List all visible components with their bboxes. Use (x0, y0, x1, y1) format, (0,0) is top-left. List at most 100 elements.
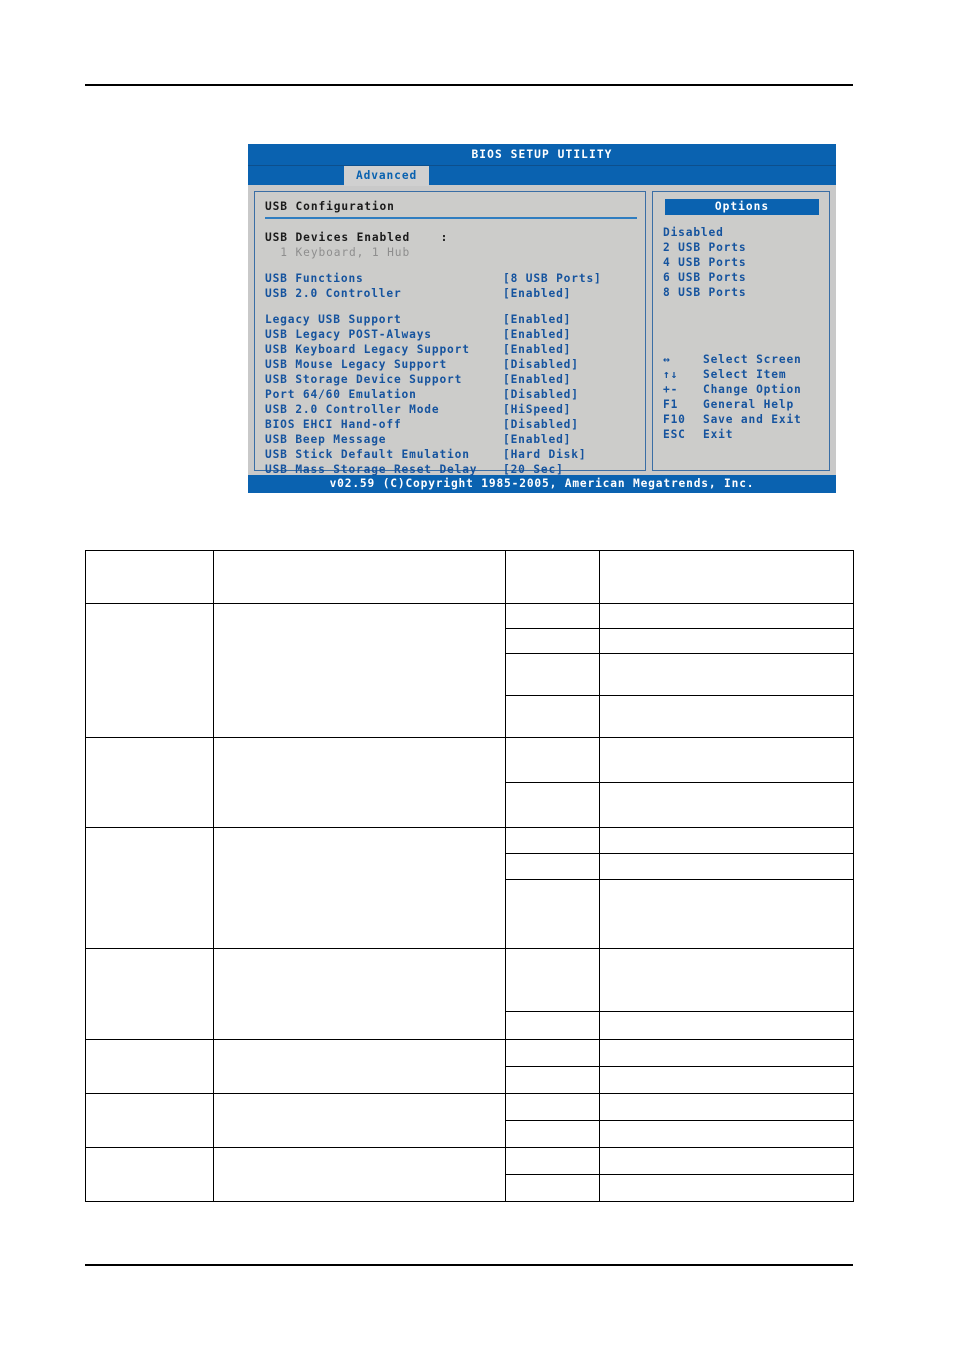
table-cell-option-description (599, 1094, 853, 1121)
setting-value[interactable]: [Disabled] (503, 387, 637, 402)
setting-label: USB Beep Message (265, 433, 387, 446)
option-item[interactable]: 2 USB Ports (663, 240, 821, 255)
setting-row[interactable]: USB Stick Default Emulation [Hard Disk] (265, 447, 637, 462)
legend-description: Change Option (703, 383, 802, 396)
setting-row[interactable]: Legacy USB Support [Enabled] (265, 312, 637, 327)
table-cell-option-value (506, 828, 600, 854)
setting-value[interactable]: [Hard Disk] (503, 447, 637, 462)
setting-value[interactable]: [Enabled] (503, 372, 637, 387)
table-cell-option-value (506, 782, 600, 827)
legend-key-icon: F1 (663, 398, 679, 411)
table-cell-options-group (505, 1039, 854, 1094)
legend-row: ↔ Select Screen (663, 352, 821, 367)
setting-label: USB 2.0 Controller Mode (265, 403, 440, 416)
legend-description: Select Item (703, 368, 787, 381)
table-cell-item (85, 827, 214, 949)
table-cell-option-value (506, 949, 600, 1012)
table-cell-option-description (599, 1148, 853, 1175)
legend-row: F1 General Help (663, 397, 821, 412)
legend-description: General Help (703, 398, 795, 411)
table-subrow (506, 1066, 854, 1094)
table-cell-option-description (599, 653, 853, 696)
key-legend-list: ↔ Select Screen ↑↓ Select Item +- Change Opti… (663, 352, 821, 442)
setting-row[interactable]: USB Functions [8 USB Ports] (265, 271, 637, 286)
setting-value[interactable]: [HiSpeed] (503, 402, 637, 417)
options-title: Options (665, 199, 819, 215)
table-subrow-group (506, 828, 853, 948)
table-subrow (506, 1174, 854, 1202)
legend-row: F10 Save and Exit (663, 412, 821, 427)
setting-row[interactable]: USB Storage Device Support [Enabled] (265, 372, 637, 387)
table-cell-option-description (600, 1067, 854, 1094)
setting-value[interactable]: [Disabled] (503, 357, 637, 372)
setting-value[interactable]: [Enabled] (503, 342, 637, 357)
table-cell-description (213, 1147, 506, 1202)
table-subrow (506, 1011, 854, 1040)
setting-row[interactable]: Port 64/60 Emulation [Disabled] (265, 387, 637, 402)
legend-description: Select Screen (703, 353, 802, 366)
table-cell-description (213, 737, 506, 828)
table-subrow (506, 653, 853, 696)
table-cell-option-value (506, 695, 600, 737)
legend-key-icon: ↔ (663, 353, 671, 366)
setting-row[interactable]: USB Beep Message [Enabled] (265, 432, 637, 447)
table-cell-item (85, 550, 214, 604)
setting-value[interactable]: [Enabled] (503, 327, 637, 342)
setting-row[interactable]: BIOS EHCI Hand-off [Disabled] (265, 417, 637, 432)
tab-advanced[interactable]: Advanced (344, 166, 430, 186)
page-header-rule (85, 84, 853, 86)
table-cell-item (85, 737, 214, 828)
table-cell-option-description (600, 880, 854, 949)
table-cell-option-value (506, 1011, 600, 1039)
option-item[interactable]: 6 USB Ports (663, 270, 821, 285)
setting-value[interactable]: [Enabled] (503, 432, 637, 447)
legend-key-icon: F10 (663, 413, 686, 426)
table-row (85, 1093, 854, 1148)
setting-row[interactable]: USB Mouse Legacy Support [Disabled] (265, 357, 637, 372)
table-cell-item (85, 948, 214, 1040)
table-cell-option-value (506, 1120, 600, 1147)
table-cell-option-value (506, 1174, 600, 1201)
option-item[interactable]: Disabled (663, 225, 821, 240)
setting-row[interactable]: USB Keyboard Legacy Support [Enabled] (265, 342, 637, 357)
table-subrow (506, 1148, 853, 1175)
table-cell-description (213, 827, 506, 949)
setting-value[interactable]: [Enabled] (503, 312, 637, 327)
table-row (85, 1039, 854, 1094)
table-subrow (506, 949, 853, 1012)
table-subrow-group (506, 1094, 853, 1147)
table-cell-option-description (600, 1175, 854, 1202)
legend-spacer (663, 300, 821, 352)
table-cell-option-description (599, 853, 853, 880)
option-item[interactable]: 8 USB Ports (663, 285, 821, 300)
option-item[interactable]: 4 USB Ports (663, 255, 821, 270)
setting-value[interactable]: [8 USB Ports] (503, 271, 637, 286)
table-cell-option-description (599, 628, 853, 654)
setting-value[interactable]: [Disabled] (503, 417, 637, 432)
setting-row[interactable]: USB 2.0 Controller Mode [HiSpeed] (265, 402, 637, 417)
table-cell-description (213, 550, 506, 604)
setting-value[interactable]: [Enabled] (503, 286, 637, 301)
table-cell-description (213, 603, 506, 738)
table-cell-description (213, 1039, 506, 1094)
setting-row[interactable]: USB Legacy POST-Always [Enabled] (265, 327, 637, 342)
table-row (85, 827, 854, 949)
setting-row[interactable]: USB 2.0 Controller [Enabled] (265, 286, 637, 301)
table-cell-options-group (505, 550, 854, 604)
specification-table (85, 550, 854, 1202)
setting-label: Legacy USB Support (265, 313, 402, 326)
legend-description: Save and Exit (703, 413, 802, 426)
bios-tab-bar: Advanced (248, 165, 836, 186)
table-cell-item (85, 1093, 214, 1148)
legend-row: ESC Exit (663, 427, 821, 442)
table-cell-options-group (505, 737, 854, 828)
table-cell-option-description (599, 1040, 853, 1067)
table-cell-option-value (506, 551, 600, 603)
table-cell-option-description (600, 783, 854, 828)
table-cell-option-description (600, 1012, 854, 1040)
panel-title: USB Configuration (265, 199, 637, 219)
table-cell-option-value (506, 604, 600, 629)
table-subrow (506, 628, 853, 654)
table-subrow (506, 551, 853, 603)
table-cell-option-description (599, 828, 853, 854)
